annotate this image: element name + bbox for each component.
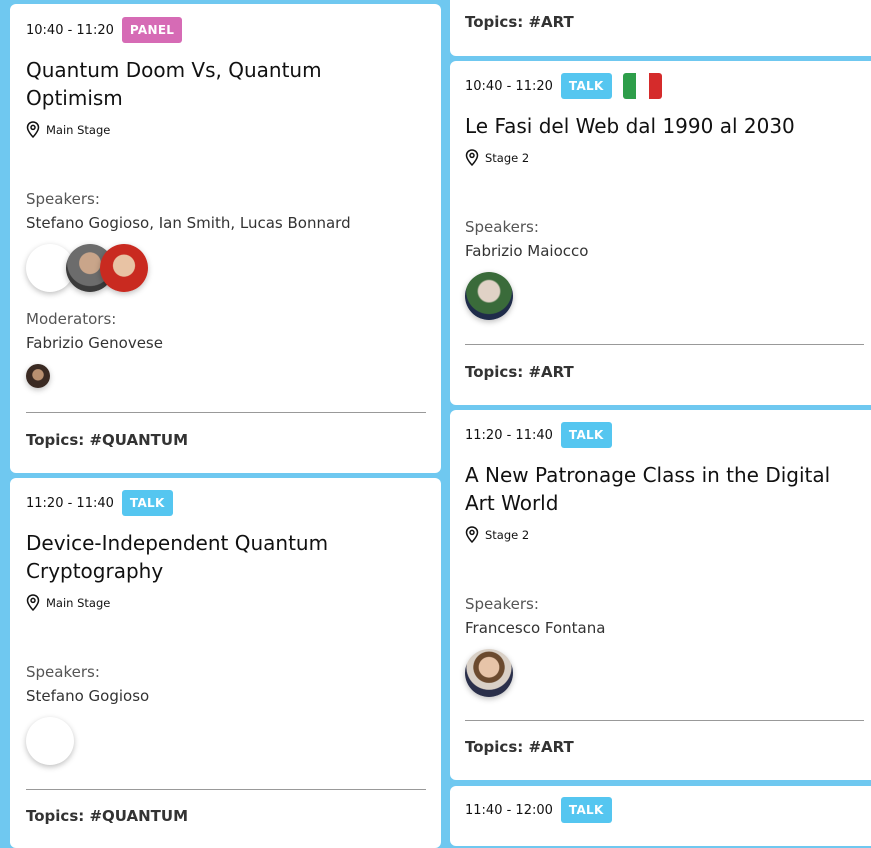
card-divider — [26, 412, 426, 413]
session-card-previous[interactable]: Topics: #ART — [450, 0, 871, 56]
session-time: 11:20 - 11:40 — [465, 427, 553, 443]
speaker-names: Stefano Gogioso — [26, 687, 150, 705]
session-time-row: 11:40 - 12:00 TALK — [465, 797, 612, 823]
session-type-badge: TALK — [560, 422, 612, 448]
session-title[interactable]: Le Fasi del Web dal 1990 al 2030 — [465, 112, 865, 140]
session-title[interactable]: A New Patronage Class in the Digital Art… — [465, 461, 865, 517]
session-card-fasi-web[interactable]: 10:40 - 11:20 TALK Le Fasi del Web dal 1… — [450, 61, 871, 405]
avatar[interactable] — [465, 272, 513, 320]
speakers-label: Speakers: — [465, 218, 539, 236]
session-type-badge: TALK — [121, 490, 173, 516]
session-title[interactable]: Quantum Doom Vs, Quantum Optimism — [26, 56, 426, 112]
session-location: Main Stage — [26, 594, 110, 611]
speaker-avatars — [465, 649, 513, 697]
session-card-quantum-doom[interactable]: 10:40 - 11:20 PANEL Quantum Doom Vs, Qua… — [10, 4, 441, 473]
moderator-names: Fabrizio Genovese — [26, 334, 163, 352]
speaker-names: Fabrizio Maiocco — [465, 242, 589, 260]
session-topics[interactable]: Topics: #ART — [465, 13, 574, 31]
session-time: 11:20 - 11:40 — [26, 495, 114, 511]
session-time: 10:40 - 11:20 — [26, 22, 114, 38]
session-title-line: Quantum Doom Vs, Quantum — [26, 58, 322, 82]
session-location: Main Stage — [26, 121, 110, 138]
speaker-names: Francesco Fontana — [465, 619, 606, 637]
speakers-label: Speakers: — [26, 663, 100, 681]
speaker-names: Stefano Gogioso, Ian Smith, Lucas Bonnar… — [26, 214, 351, 232]
session-topics[interactable]: Topics: #ART — [465, 363, 574, 381]
session-time-row: 11:20 - 11:40 TALK — [26, 490, 173, 516]
card-divider — [465, 720, 864, 721]
session-location: Stage 2 — [465, 149, 529, 166]
avatar[interactable] — [465, 649, 513, 697]
session-card-patronage[interactable]: 11:20 - 11:40 TALK A New Patronage Class… — [450, 410, 871, 780]
session-title-line: Art World — [465, 491, 559, 515]
location-name: Stage 2 — [485, 527, 530, 542]
moderators-label: Moderators: — [26, 310, 117, 328]
location-pin-icon — [465, 149, 479, 166]
session-location: Stage 2 — [465, 526, 529, 543]
location-pin-icon — [26, 121, 40, 138]
avatar[interactable] — [26, 364, 50, 388]
session-title[interactable]: Device-Independent Quantum Cryptography — [26, 529, 426, 585]
session-title-line: Optimism — [26, 86, 123, 110]
avatar[interactable] — [100, 244, 148, 292]
location-pin-icon — [26, 594, 40, 611]
session-time: 11:40 - 12:00 — [465, 802, 553, 818]
session-card-next[interactable]: 11:40 - 12:00 TALK — [450, 786, 871, 846]
location-name: Main Stage — [46, 595, 111, 610]
speaker-avatars — [26, 244, 148, 292]
session-title-line: Cryptography — [26, 559, 164, 583]
italian-flag-icon — [622, 73, 662, 99]
session-topics[interactable]: Topics: #ART — [465, 738, 574, 756]
session-time: 10:40 - 11:20 — [465, 78, 553, 94]
session-type-badge: PANEL — [121, 17, 183, 43]
location-name: Main Stage — [46, 122, 111, 137]
speakers-label: Speakers: — [465, 595, 539, 613]
session-time-row: 11:20 - 11:40 TALK — [465, 422, 612, 448]
session-topics[interactable]: Topics: #QUANTUM — [26, 807, 188, 825]
session-card-device-independent[interactable]: 11:20 - 11:40 TALK Device-Independent Qu… — [10, 478, 441, 848]
card-divider — [465, 344, 864, 345]
session-type-badge: TALK — [560, 797, 612, 823]
avatar[interactable] — [26, 717, 74, 765]
session-topics[interactable]: Topics: #QUANTUM — [26, 431, 188, 449]
moderator-avatars — [26, 364, 50, 388]
session-title-line: A New Patronage Class in the Digital — [465, 463, 831, 487]
card-divider — [26, 789, 426, 790]
speakers-label: Speakers: — [26, 190, 100, 208]
location-pin-icon — [465, 526, 479, 543]
session-type-badge: TALK — [560, 73, 612, 99]
speaker-avatars — [26, 717, 74, 765]
session-title-line: Device-Independent Quantum — [26, 531, 329, 555]
speaker-avatars — [465, 272, 513, 320]
session-time-row: 10:40 - 11:20 TALK — [465, 73, 662, 99]
location-name: Stage 2 — [485, 150, 530, 165]
session-time-row: 10:40 - 11:20 PANEL — [26, 17, 183, 43]
